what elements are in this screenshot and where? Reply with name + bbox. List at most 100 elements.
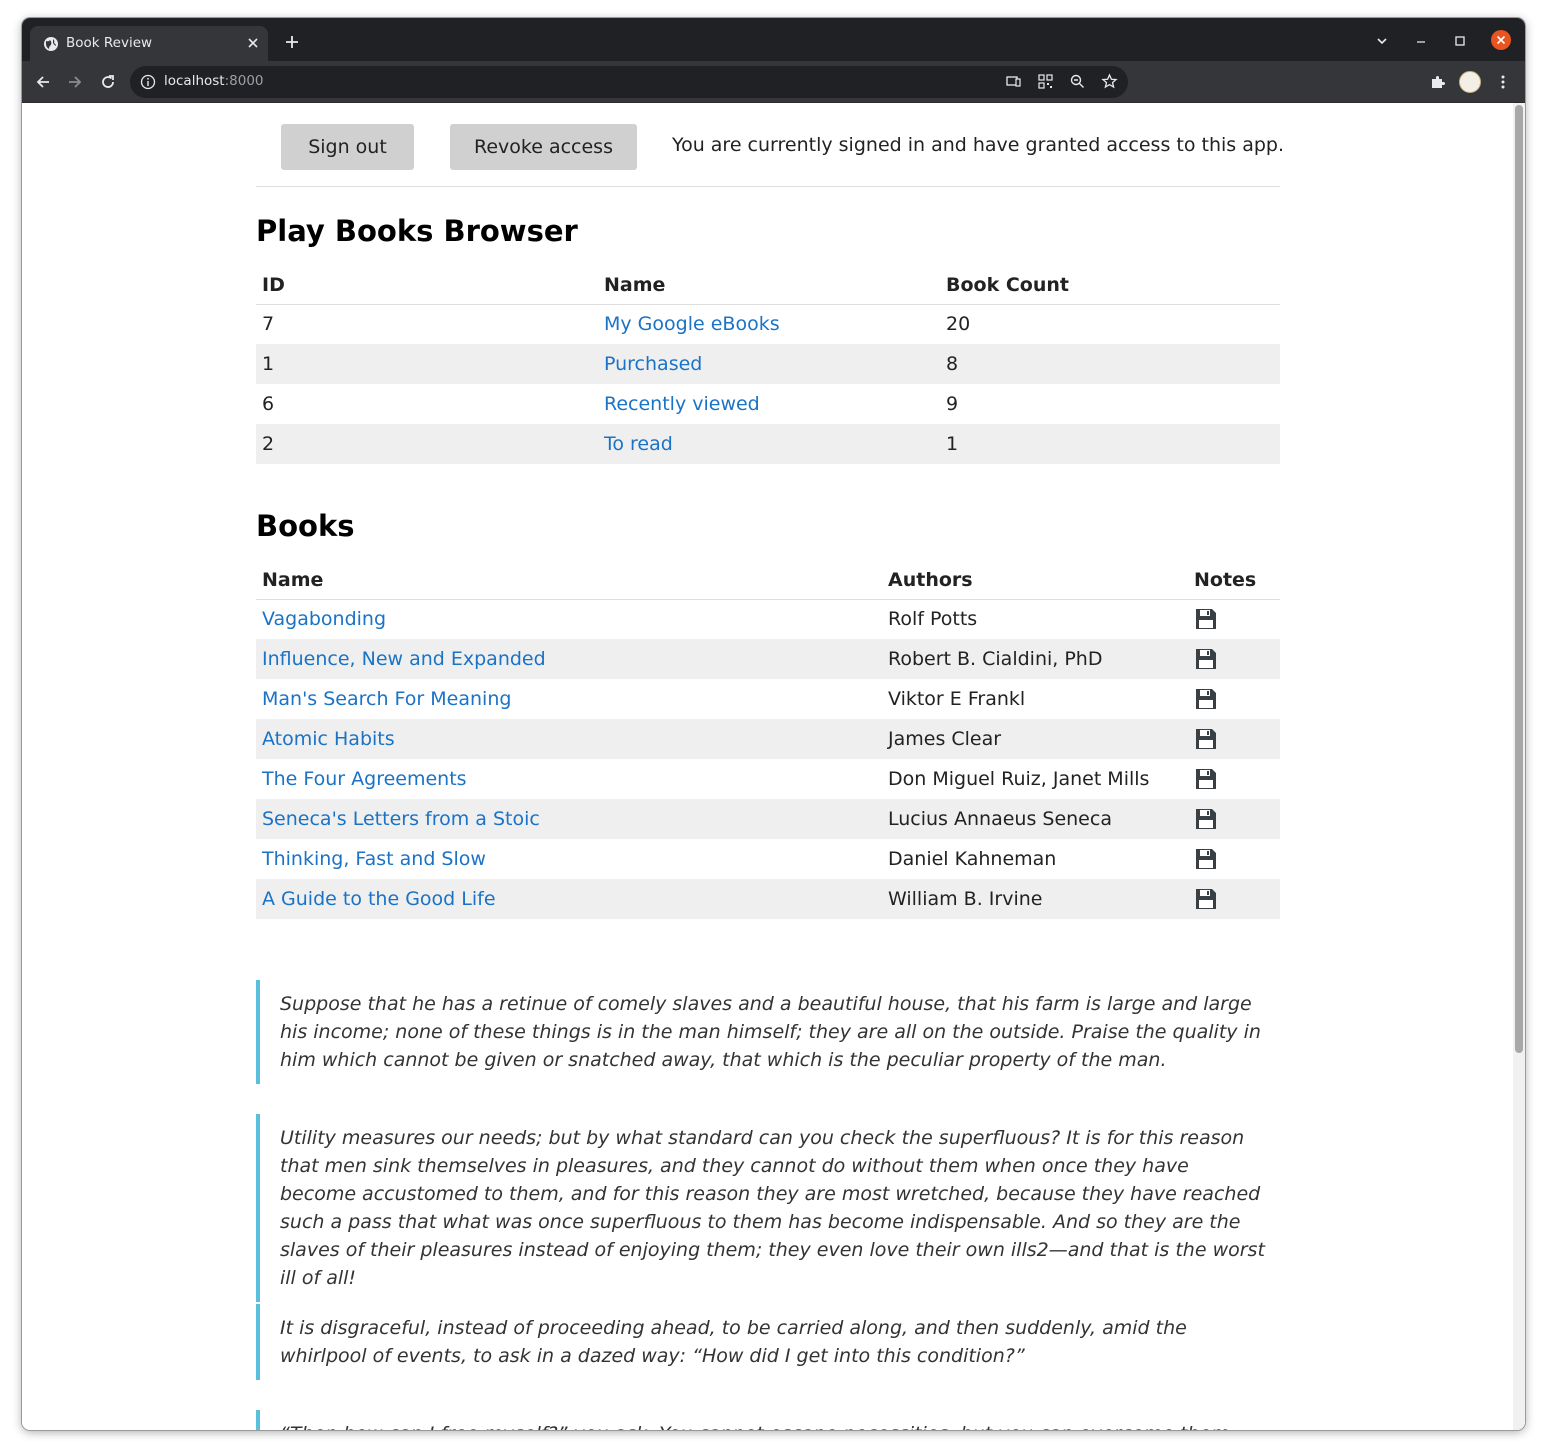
extensions-puzzle-icon[interactable] <box>1429 73 1447 91</box>
book-name-cell: Vagabonding <box>256 599 882 639</box>
shelf-row: 2 To read 1 <box>256 424 1280 464</box>
close-tab-icon[interactable] <box>246 36 260 50</box>
shelf-count: 8 <box>940 344 1280 384</box>
more-menu-icon[interactable] <box>1494 73 1512 91</box>
book-notes-cell <box>1188 799 1280 839</box>
book-link[interactable]: Seneca's Letters from a Stoic <box>262 808 540 830</box>
floppy-disk-icon[interactable] <box>1194 647 1218 671</box>
col-header-name: Name <box>598 266 940 305</box>
zoom-icon[interactable] <box>1069 73 1086 90</box>
book-authors: Daniel Kahneman <box>888 848 1057 870</box>
sign-out-button[interactable]: Sign out <box>281 124 414 170</box>
book-notes-cell <box>1188 759 1280 799</box>
book-notes-cell <box>1188 639 1280 679</box>
address-bar[interactable]: localhost:8000 <box>130 66 1128 98</box>
bookmark-star-icon[interactable] <box>1101 73 1118 90</box>
floppy-disk-icon[interactable] <box>1194 807 1218 831</box>
shelf-name-cell: Recently viewed <box>598 384 940 424</box>
col-header-book-count: Book Count <box>940 266 1280 305</box>
book-link[interactable]: Thinking, Fast and Slow <box>262 848 486 870</box>
scrollbar-thumb[interactable] <box>1515 105 1523 1053</box>
book-row: Vagabonding Rolf Potts <box>256 599 1280 639</box>
quote-block: “Then how can I free myself?” you ask. Y… <box>256 1410 1266 1430</box>
shelf-id: 7 <box>262 313 275 336</box>
shelf-link[interactable]: Recently viewed <box>604 393 760 415</box>
browser-toolbar: localhost:8000 <box>22 61 1525 103</box>
shelf-row: 1 Purchased 8 <box>256 344 1280 384</box>
floppy-disk-icon[interactable] <box>1194 887 1218 911</box>
book-row: Seneca's Letters from a Stoic Lucius Ann… <box>256 799 1280 839</box>
revoke-access-button[interactable]: Revoke access <box>450 124 637 170</box>
book-row: Man's Search For Meaning Viktor E Frankl <box>256 679 1280 719</box>
tab-search-chevron-icon[interactable] <box>1373 32 1391 50</box>
back-arrow-icon[interactable] <box>34 73 52 91</box>
tab-strip: Book Review <box>22 18 1525 61</box>
book-name-cell: The Four Agreements <box>256 759 882 799</box>
shelf-id: 6 <box>262 393 275 415</box>
floppy-disk-icon[interactable] <box>1194 767 1218 791</box>
site-info-icon[interactable] <box>140 74 156 90</box>
book-name-cell: A Guide to the Good Life <box>256 879 882 919</box>
new-tab-icon[interactable] <box>284 34 300 50</box>
books-table: Name Authors Notes Vagabonding Rolf Pott… <box>256 561 1280 919</box>
book-row: Thinking, Fast and Slow Daniel Kahneman <box>256 839 1280 879</box>
books-title: Books <box>256 509 355 543</box>
book-notes-cell <box>1188 719 1280 759</box>
col-header-name: Name <box>256 561 882 600</box>
minimize-icon[interactable] <box>1412 32 1430 50</box>
book-name-cell: Man's Search For Meaning <box>256 679 882 719</box>
book-row: A Guide to the Good Life William B. Irvi… <box>256 879 1280 919</box>
book-authors: Rolf Potts <box>888 608 978 631</box>
book-link[interactable]: Man's Search For Meaning <box>262 688 511 710</box>
cast-device-icon[interactable] <box>1005 73 1022 90</box>
book-notes-cell <box>1188 839 1280 879</box>
book-authors: Lucius Annaeus Seneca <box>882 799 1188 839</box>
quote-block: Suppose that he has a retinue of comely … <box>256 980 1266 1084</box>
book-link[interactable]: Influence, New and Expanded <box>262 648 546 670</box>
page-scrollbar[interactable] <box>1513 103 1525 1430</box>
floppy-disk-icon[interactable] <box>1194 727 1218 751</box>
globe-icon <box>44 37 58 51</box>
shelf-link[interactable]: To read <box>604 433 673 455</box>
book-link[interactable]: The Four Agreements <box>262 768 467 790</box>
book-row: The Four Agreements Don Miguel Ruiz, Jan… <box>256 759 1280 799</box>
tab-book-review[interactable]: Book Review <box>30 26 268 61</box>
shelf-row: 7 My Google eBooks 20 <box>256 304 1280 344</box>
book-name-cell: Seneca's Letters from a Stoic <box>256 799 882 839</box>
page-viewport: Sign out Revoke access You are currently… <box>22 103 1525 1430</box>
shelves-title: Play Books Browser <box>256 214 578 248</box>
shelves-header-row: ID Name Book Count <box>256 266 1280 305</box>
book-authors: William B. Irvine <box>882 879 1188 919</box>
forward-arrow-icon[interactable] <box>66 73 84 91</box>
shelf-count: 20 <box>946 313 971 336</box>
col-header-authors: Authors <box>882 561 1188 600</box>
book-link[interactable]: Vagabonding <box>262 608 386 630</box>
profile-avatar[interactable] <box>1459 71 1481 93</box>
shelf-link[interactable]: My Google eBooks <box>604 313 780 335</box>
books-header-row: Name Authors Notes <box>256 561 1280 600</box>
shelf-link[interactable]: Purchased <box>604 353 702 375</box>
reload-icon[interactable] <box>99 73 117 91</box>
book-row: Atomic Habits James Clear <box>256 719 1280 759</box>
shelf-id: 2 <box>256 424 598 464</box>
quote-block: It is disgraceful, instead of proceeding… <box>256 1304 1266 1380</box>
book-name-cell: Influence, New and Expanded <box>256 639 882 679</box>
shelves-table: ID Name Book Count 7 My Google eBooks 20… <box>256 266 1280 464</box>
book-name-cell: Thinking, Fast and Slow <box>256 839 882 879</box>
browser-window: Book Review localhost:8000 Sign out Revo… <box>22 18 1525 1430</box>
close-window-icon[interactable] <box>1491 30 1511 50</box>
floppy-disk-icon[interactable] <box>1194 687 1218 711</box>
qr-code-icon[interactable] <box>1037 73 1054 90</box>
shelf-name-cell: Purchased <box>598 344 940 384</box>
shelf-name-cell: My Google eBooks <box>598 304 940 344</box>
maximize-icon[interactable] <box>1451 32 1469 50</box>
book-link[interactable]: Atomic Habits <box>262 728 395 750</box>
book-link[interactable]: A Guide to the Good Life <box>262 888 496 910</box>
floppy-disk-icon[interactable] <box>1194 847 1218 871</box>
book-name-cell: Atomic Habits <box>256 719 882 759</box>
book-authors: Viktor E Frankl <box>888 688 1026 710</box>
col-header-notes: Notes <box>1188 561 1280 600</box>
shelf-count: 1 <box>940 424 1280 464</box>
book-row: Influence, New and Expanded Robert B. Ci… <box>256 639 1280 679</box>
floppy-disk-icon[interactable] <box>1194 607 1218 631</box>
